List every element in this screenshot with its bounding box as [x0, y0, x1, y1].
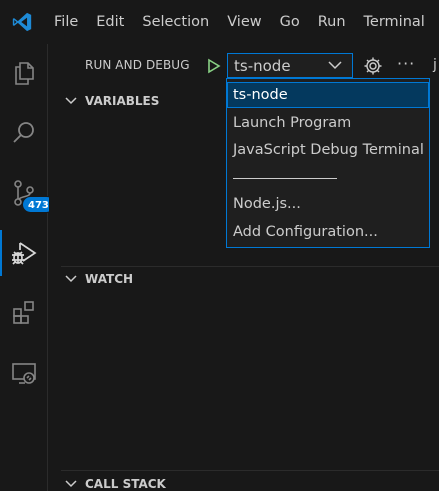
vscode-window: File Edit Selection View Go Run Terminal	[0, 0, 439, 491]
variables-label: VARIABLES	[85, 94, 160, 108]
activity-extensions[interactable]	[0, 284, 48, 342]
activity-search[interactable]	[0, 104, 48, 162]
debug-configuration-select[interactable]: ts-node	[227, 53, 353, 78]
call-stack-section-header[interactable]: CALL STACK	[49, 473, 439, 491]
explorer-icon	[15, 62, 34, 85]
activity-remote-explorer[interactable]	[0, 344, 48, 402]
remote-explorer-icon	[12, 363, 36, 384]
chevron-down-icon	[328, 61, 342, 70]
activity-explorer[interactable]	[0, 44, 48, 102]
extensions-icon	[13, 301, 34, 324]
menu-file[interactable]: File	[44, 0, 87, 44]
menu-selection[interactable]: Selection	[133, 0, 218, 44]
play-icon	[208, 58, 221, 74]
section-divider	[61, 470, 439, 471]
dropdown-option-javascript-debug-terminal[interactable]: JavaScript Debug Terminal	[227, 137, 429, 163]
configuration-dropdown-list: ts-node Launch Program JavaScript Debug …	[226, 78, 430, 248]
menu-run[interactable]: Run	[309, 0, 355, 44]
menu-terminal[interactable]: Terminal	[355, 0, 434, 44]
call-stack-label: CALL STACK	[85, 477, 166, 491]
chevron-down-icon	[65, 480, 77, 488]
chevron-down-icon	[65, 275, 77, 283]
chevron-down-icon	[65, 97, 77, 105]
sidebar-title: RUN AND DEBUG	[85, 58, 190, 72]
more-actions-icon[interactable]: ···	[397, 54, 415, 73]
run-debug-icon	[12, 242, 37, 265]
watch-section-header[interactable]: WATCH	[49, 268, 439, 292]
dropdown-option-ts-node[interactable]: ts-node	[227, 82, 429, 108]
dropdown-option-nodejs[interactable]: Node.js...	[227, 191, 429, 217]
menu-go[interactable]: Go	[271, 0, 309, 44]
section-divider	[61, 266, 439, 267]
truncated-editor-text: j	[433, 57, 437, 73]
menu-bar: File Edit Selection View Go Run Terminal	[44, 0, 434, 44]
activity-bar: 473	[0, 44, 55, 491]
menu-view[interactable]: View	[218, 0, 270, 44]
search-icon	[13, 122, 34, 143]
watch-label: WATCH	[85, 272, 134, 286]
menu-edit[interactable]: Edit	[87, 0, 133, 44]
dropdown-option-launch-program[interactable]: Launch Program	[227, 110, 429, 136]
vscode-logo-icon	[0, 0, 44, 44]
activity-run-debug[interactable]	[0, 224, 48, 282]
title-bar: File Edit Selection View Go Run Terminal	[0, 0, 439, 44]
config-select-value: ts-node	[234, 56, 291, 75]
dropdown-separator	[233, 178, 337, 179]
activity-source-control[interactable]: 473	[0, 164, 55, 222]
dropdown-option-add-configuration[interactable]: Add Configuration...	[227, 219, 429, 245]
gear-icon[interactable]	[363, 56, 383, 76]
start-debugging-button[interactable]	[201, 55, 227, 77]
